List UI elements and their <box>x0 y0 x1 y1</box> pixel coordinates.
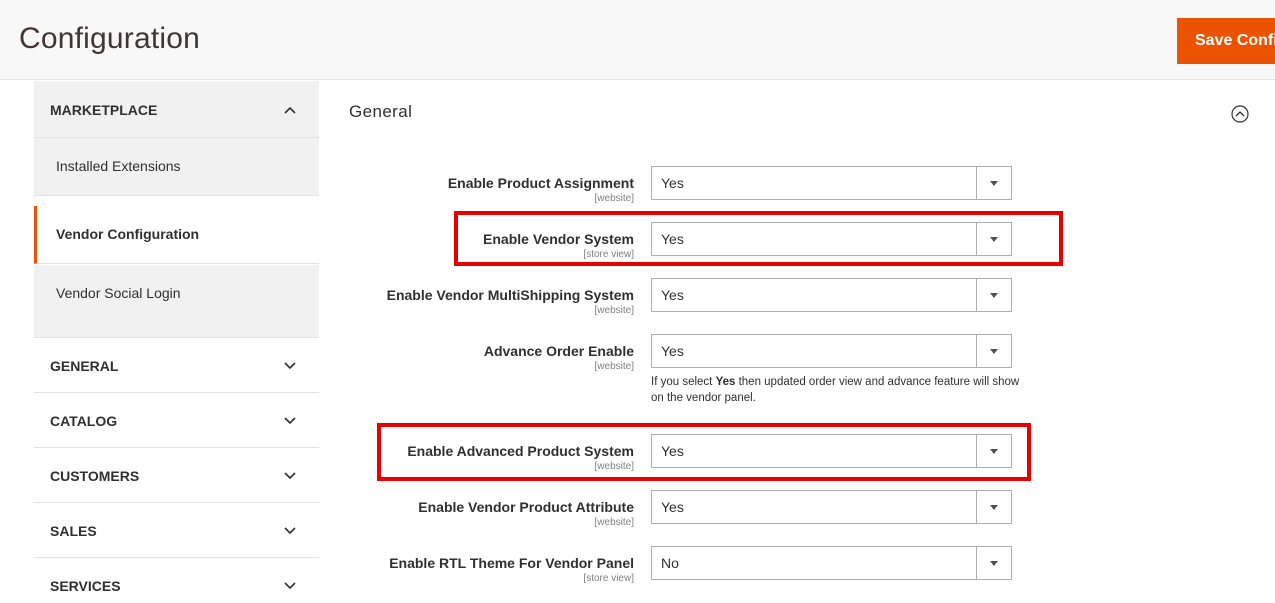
dropdown-arrow-icon <box>976 223 1011 255</box>
select-value: Yes <box>661 287 684 303</box>
field-scope: [website] <box>594 305 634 316</box>
field-row-enable-advanced-product-system: Enable Advanced Product System [website]… <box>340 434 1040 474</box>
page-header: Configuration Save Config <box>0 0 1275 80</box>
enable-rtl-theme-select[interactable]: No <box>651 546 1012 580</box>
dropdown-arrow-icon <box>976 491 1011 523</box>
select-value: Yes <box>661 343 684 359</box>
select-value: No <box>661 555 679 571</box>
field-label: Enable RTL Theme For Vendor Panel <box>389 555 634 571</box>
chevron-down-icon <box>283 359 297 373</box>
sidebar-section-marketplace[interactable]: MARKETPLACE <box>34 81 319 138</box>
enable-vendor-system-select[interactable]: Yes <box>651 222 1012 256</box>
dropdown-arrow-icon <box>976 335 1011 367</box>
field-label: Enable Product Assignment <box>447 175 634 191</box>
sidebar-section-catalog[interactable]: CATALOG <box>34 393 319 448</box>
advance-order-enable-select[interactable]: Yes <box>651 334 1012 368</box>
field-scope: [website] <box>594 517 634 528</box>
enable-vendor-product-attribute-select[interactable]: Yes <box>651 490 1012 524</box>
sidebar-section-label: CATALOG <box>50 413 118 429</box>
field-label: Enable Advanced Product System <box>407 443 634 459</box>
enable-vendor-multishipping-select[interactable]: Yes <box>651 278 1012 312</box>
select-value: Yes <box>661 499 684 515</box>
field-scope: [website] <box>594 361 634 372</box>
field-scope: [website] <box>594 461 634 472</box>
sidebar-item-vendor-social-login[interactable]: Vendor Social Login <box>34 265 319 338</box>
field-label: Enable Vendor Product Attribute <box>418 499 634 515</box>
sidebar-section-label: MARKETPLACE <box>50 102 158 118</box>
sidebar-item-installed-extensions[interactable]: Installed Extensions <box>34 138 319 196</box>
dropdown-arrow-icon <box>976 435 1011 467</box>
sidebar-item-label: Installed Extensions <box>56 158 181 174</box>
note-text: If you select <box>651 376 716 388</box>
field-row-enable-vendor-multishipping: Enable Vendor MultiShipping System [webs… <box>340 278 1040 318</box>
circle-chevron-up-icon[interactable] <box>1230 104 1250 124</box>
select-value: Yes <box>661 443 684 459</box>
save-config-button[interactable]: Save Config <box>1177 18 1275 64</box>
sidebar-section-general[interactable]: GENERAL <box>34 338 319 393</box>
enable-advanced-product-system-select[interactable]: Yes <box>651 434 1012 468</box>
field-label: Enable Vendor System <box>483 231 634 247</box>
chevron-down-icon <box>283 414 297 428</box>
field-label: Enable Vendor MultiShipping System <box>386 287 634 303</box>
sidebar-section-services[interactable]: SERVICES <box>34 558 319 603</box>
field-row-enable-rtl-theme: Enable RTL Theme For Vendor Panel [store… <box>340 546 1040 586</box>
config-sidebar: MARKETPLACE Installed Extensions Vendor … <box>34 81 319 603</box>
sidebar-section-customers[interactable]: CUSTOMERS <box>34 448 319 503</box>
sidebar-section-label: SERVICES <box>50 578 121 594</box>
field-row-advance-order-enable: Advance Order Enable [website] Yes If yo… <box>340 334 1040 414</box>
note-emphasis: Yes <box>715 376 736 388</box>
chevron-up-icon <box>283 103 297 117</box>
chevron-down-icon <box>283 579 297 593</box>
sidebar-section-label: CUSTOMERS <box>50 468 140 484</box>
field-row-enable-product-assignment: Enable Product Assignment [website] Yes <box>340 166 1040 206</box>
field-scope: [website] <box>594 193 634 204</box>
sidebar-section-sales[interactable]: SALES <box>34 503 319 558</box>
sidebar-item-label: Vendor Social Login <box>56 285 181 301</box>
page-title: Configuration <box>19 22 201 55</box>
select-value: Yes <box>661 175 684 191</box>
field-label: Advance Order Enable <box>483 343 634 359</box>
dropdown-arrow-icon <box>976 279 1011 311</box>
select-value: Yes <box>661 231 684 247</box>
field-scope: [store view] <box>583 573 634 584</box>
sidebar-section-label: SALES <box>50 523 97 539</box>
enable-product-assignment-select[interactable]: Yes <box>651 166 1012 200</box>
dropdown-arrow-icon <box>976 547 1011 579</box>
chevron-down-icon <box>283 469 297 483</box>
field-row-enable-vendor-product-attribute: Enable Vendor Product Attribute [website… <box>340 490 1040 530</box>
sidebar-section-label: GENERAL <box>50 358 119 374</box>
field-scope: [store view] <box>583 249 634 260</box>
dropdown-arrow-icon <box>976 167 1011 199</box>
field-row-enable-vendor-system: Enable Vendor System [store view] Yes <box>340 222 1040 262</box>
field-note: If you select Yes then updated order vie… <box>651 374 1021 406</box>
sidebar-item-vendor-configuration[interactable]: Vendor Configuration <box>34 206 319 264</box>
sidebar-item-label: Vendor Configuration <box>56 226 200 242</box>
section-title[interactable]: General <box>349 102 412 122</box>
chevron-down-icon <box>283 524 297 538</box>
